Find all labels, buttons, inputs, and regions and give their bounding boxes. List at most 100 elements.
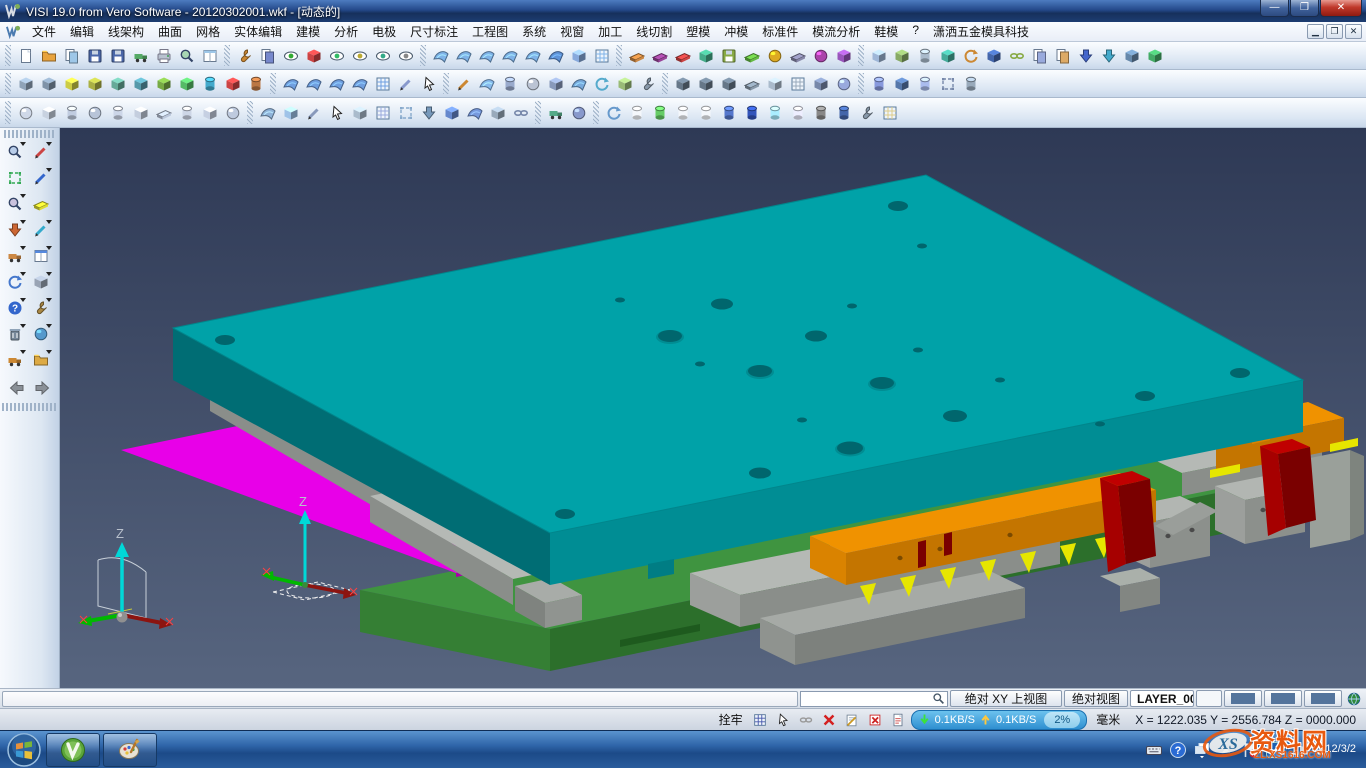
- toolbar-icon[interactable]: [521, 72, 544, 95]
- cad-model-canvas[interactable]: Z Z: [60, 128, 1366, 688]
- save-as[interactable]: [106, 44, 129, 67]
- lock-label[interactable]: 拴牢: [715, 711, 747, 728]
- toolbar-icon[interactable]: [60, 101, 83, 124]
- toolbar-icon[interactable]: [1028, 44, 1051, 67]
- toolbar-icon[interactable]: [717, 72, 740, 95]
- toolbar-icon[interactable]: [498, 72, 521, 95]
- command-field[interactable]: [2, 691, 798, 707]
- snap-grid-icon[interactable]: [750, 710, 770, 730]
- units-label[interactable]: 毫米: [1090, 711, 1126, 728]
- toolbar-icon[interactable]: [867, 44, 890, 67]
- toolbar-icon[interactable]: [1005, 44, 1028, 67]
- toolbar-icon[interactable]: [694, 101, 717, 124]
- toolbar-icon[interactable]: [106, 72, 129, 95]
- toolbar-icon[interactable]: [221, 101, 244, 124]
- sketch-tool[interactable]: [30, 166, 53, 189]
- curve-tool[interactable]: [30, 218, 53, 241]
- toolbar-icon[interactable]: [740, 101, 763, 124]
- toolbar-icon[interactable]: [832, 72, 855, 95]
- toolbar-icon[interactable]: [1143, 44, 1166, 67]
- toolbar-icon[interactable]: [625, 101, 648, 124]
- snap-tool[interactable]: [4, 218, 27, 241]
- menu-item-5[interactable]: 网格: [189, 21, 227, 42]
- view-swatch-3[interactable]: [1304, 690, 1342, 707]
- keyboard-icon[interactable]: [1145, 741, 1163, 759]
- viewport-3d[interactable]: Z Z: [60, 128, 1366, 688]
- taskbar-app-visi[interactable]: [46, 733, 100, 767]
- import-tool[interactable]: [30, 348, 53, 371]
- visi-tray-icon[interactable]: [1265, 741, 1283, 759]
- notepad-icon[interactable]: [842, 710, 862, 730]
- shading-tool[interactable]: [30, 270, 53, 293]
- toolbar-icon[interactable]: [279, 44, 302, 67]
- print[interactable]: [152, 44, 175, 67]
- split-window[interactable]: [198, 44, 221, 67]
- help-tool[interactable]: ?: [4, 296, 27, 319]
- new-file[interactable]: [14, 44, 37, 67]
- mdi-close-button[interactable]: ✕: [1345, 24, 1362, 39]
- toolbar-icon[interactable]: [14, 72, 37, 95]
- toolbar-icon[interactable]: [37, 101, 60, 124]
- menu-item-14[interactable]: 加工: [591, 21, 629, 42]
- transport-tool[interactable]: [4, 348, 27, 371]
- menu-item-4[interactable]: 曲面: [151, 21, 189, 42]
- toolbar-icon[interactable]: [959, 44, 982, 67]
- grid-window-tool[interactable]: [30, 244, 53, 267]
- toolbar-icon[interactable]: [740, 72, 763, 95]
- toolbar-icon[interactable]: [1051, 44, 1074, 67]
- toolbar-icon[interactable]: [417, 72, 440, 95]
- globe-icon[interactable]: [1344, 689, 1364, 709]
- toolbar-icon[interactable]: [486, 101, 509, 124]
- profile-tool[interactable]: [30, 192, 53, 215]
- restore-button[interactable]: ❐: [1290, 0, 1319, 17]
- toolbar-icon[interactable]: [256, 44, 279, 67]
- toolbar-icon[interactable]: [37, 72, 60, 95]
- toolbar-icon[interactable]: [60, 72, 83, 95]
- render-tool[interactable]: [4, 244, 27, 267]
- menu-item-10[interactable]: 尺寸标注: [403, 21, 465, 42]
- toolbar-icon[interactable]: [878, 101, 901, 124]
- toolbar-icon[interactable]: [348, 44, 371, 67]
- zoom-dynamic-tool[interactable]: [4, 192, 27, 215]
- toolbar-icon[interactable]: [452, 72, 475, 95]
- toolbar-icon[interactable]: [936, 72, 959, 95]
- menu-item-11[interactable]: 工程图: [465, 21, 515, 42]
- toolbar-icon[interactable]: [832, 101, 855, 124]
- taskbar-date[interactable]: 2012/3/2: [1313, 743, 1358, 755]
- search-input[interactable]: [801, 692, 930, 705]
- menu-item-22[interactable]: 潇洒五金模具科技: [926, 21, 1036, 42]
- menu-item-9[interactable]: 电极: [365, 21, 403, 42]
- toolbar-icon[interactable]: [544, 72, 567, 95]
- menu-item-20[interactable]: 鞋模: [867, 21, 905, 42]
- toolbar-icon[interactable]: [763, 72, 786, 95]
- link-icon[interactable]: [796, 710, 816, 730]
- toolbar-icon[interactable]: [544, 44, 567, 67]
- toolbar-icon[interactable]: [648, 44, 671, 67]
- toolbar-icon[interactable]: [129, 101, 152, 124]
- red-riser-block-left[interactable]: [1100, 471, 1156, 572]
- window-stack-icon[interactable]: [1193, 741, 1211, 759]
- network-icon[interactable]: [1289, 741, 1307, 759]
- toolbar-icon[interactable]: [867, 72, 890, 95]
- toolbar-icon[interactable]: [452, 44, 475, 67]
- toolbar-icon[interactable]: [348, 101, 371, 124]
- toolbar-icon[interactable]: [302, 101, 325, 124]
- absolute-view-button[interactable]: 绝对视图: [1064, 690, 1128, 707]
- toolbar-icon[interactable]: [440, 101, 463, 124]
- menu-item-15[interactable]: 线切割: [629, 21, 679, 42]
- toolbar-icon[interactable]: [625, 44, 648, 67]
- delete-tool[interactable]: [4, 322, 27, 345]
- toolbar-icon[interactable]: [671, 72, 694, 95]
- toolbar-icon[interactable]: [302, 72, 325, 95]
- search-box[interactable]: [800, 691, 948, 707]
- toolbar-icon[interactable]: [233, 44, 256, 67]
- toolbar-icon[interactable]: [348, 72, 371, 95]
- zoom-region-tool[interactable]: [4, 140, 27, 163]
- toolbar-icon[interactable]: [106, 101, 129, 124]
- toolbar-icon[interactable]: [763, 101, 786, 124]
- menu-item-18[interactable]: 标准件: [755, 21, 805, 42]
- toolbar-icon[interactable]: [1120, 44, 1143, 67]
- toolbar-icon[interactable]: [325, 72, 348, 95]
- doc-box-icon[interactable]: [888, 710, 908, 730]
- toolbar-icon[interactable]: [809, 72, 832, 95]
